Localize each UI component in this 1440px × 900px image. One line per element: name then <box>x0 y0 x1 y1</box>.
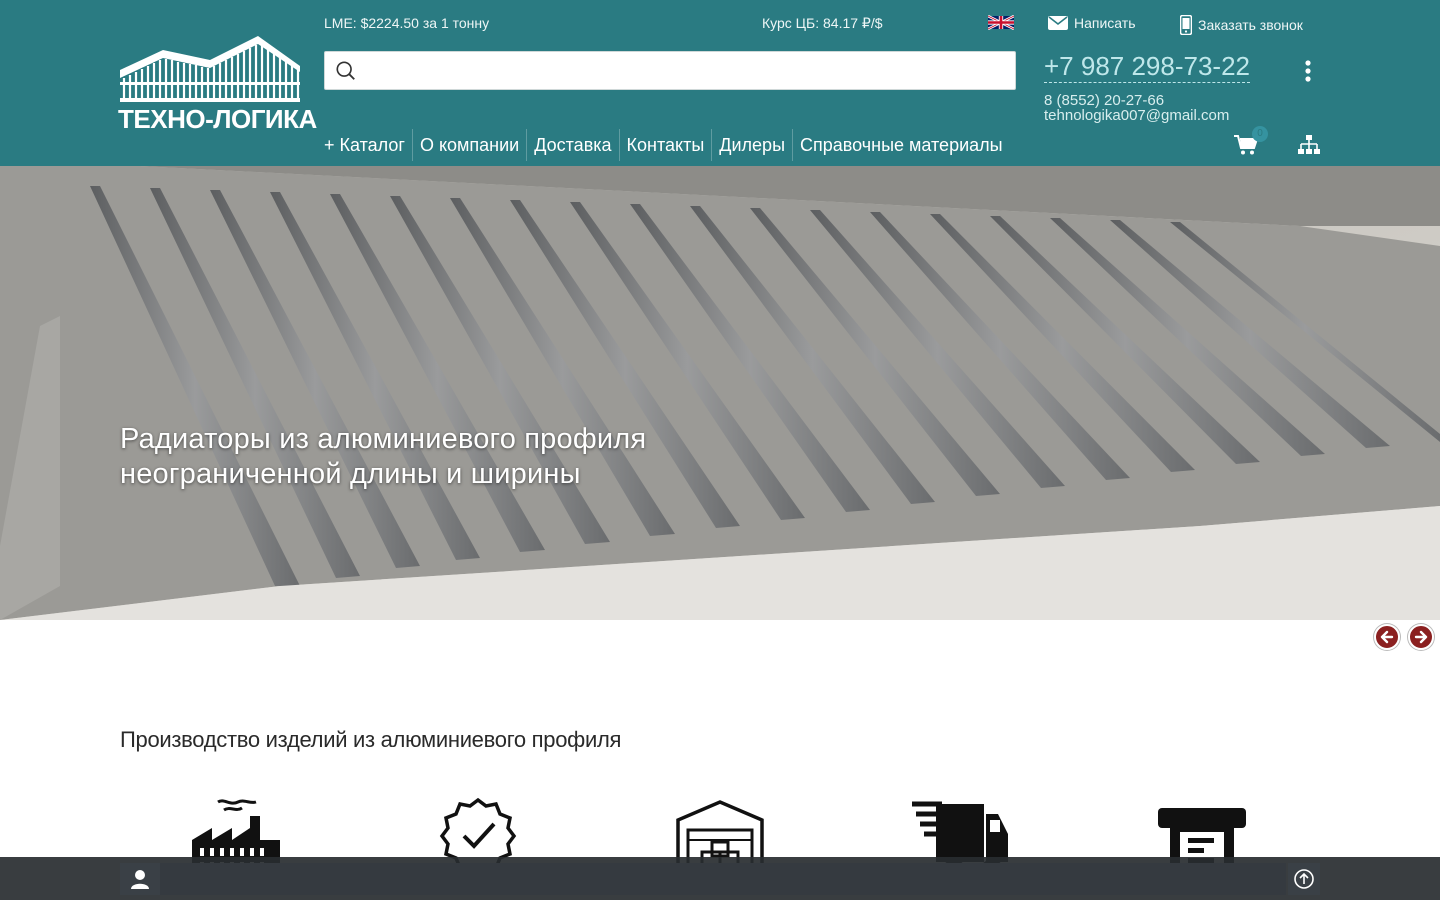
call-label: Заказать звонок <box>1198 17 1303 33</box>
site-header: ТЕХНО-ЛОГИКА LME: $2224.50 за 1 тонну Ку… <box>0 0 1440 166</box>
search-input[interactable] <box>369 56 1009 86</box>
hero-title-line1: Радиаторы из алюминиевого профиля <box>120 423 647 455</box>
section-title: Производство изделий из алюминиевого про… <box>120 727 622 752</box>
nav-item-catalog[interactable]: + Каталог <box>324 129 412 161</box>
hero-title: Радиаторы из алюминиевого профиля неогра… <box>120 422 820 492</box>
nav-item-contacts[interactable]: Контакты <box>618 129 712 161</box>
hero-title-line2: неограниченной длины и ширины <box>120 458 581 490</box>
write-label: Написать <box>1074 15 1136 31</box>
exchange-rate: Курс ЦБ: 84.17 ₽/$ <box>762 15 883 31</box>
bottom-bar-panel <box>160 863 1286 895</box>
uk-flag-icon[interactable] <box>988 15 1014 30</box>
nav-item-reference[interactable]: Справочные материалы <box>792 129 1010 161</box>
arrow-right-icon <box>1414 630 1428 644</box>
envelope-icon <box>1048 16 1068 30</box>
hero-slider: Радиаторы из алюминиевого профиля неогра… <box>0 166 1440 620</box>
search-icon[interactable] <box>335 60 357 82</box>
scroll-to-top-button[interactable] <box>1288 863 1320 895</box>
more-vertical-icon[interactable] <box>1298 58 1318 84</box>
nav-item-delivery[interactable]: Доставка <box>526 129 618 161</box>
user-account-button[interactable] <box>120 863 160 895</box>
slider-next-button[interactable] <box>1408 624 1434 650</box>
hero-radiator-image <box>0 166 1440 620</box>
mobile-phone-icon <box>1180 15 1192 35</box>
main-nav: + Каталог О компании Доставка Контакты Д… <box>324 128 1018 162</box>
lme-price: LME: $2224.50 за 1 тонну <box>324 15 490 31</box>
phone-main[interactable]: +7 987 298-73-22 <box>1044 50 1251 83</box>
slider-prev-button[interactable] <box>1374 624 1400 650</box>
nav-item-dealers[interactable]: Дилеры <box>711 129 792 161</box>
bottom-toolbar <box>0 857 1440 900</box>
search-box <box>324 51 1016 90</box>
logo-building-icon <box>120 36 300 102</box>
logo-text: ТЕХНО-ЛОГИКА <box>118 104 317 134</box>
call-back-link[interactable]: Заказать звонок <box>1180 15 1303 35</box>
nav-item-about[interactable]: О компании <box>411 129 526 161</box>
arrow-left-icon <box>1380 630 1394 644</box>
cart-count-badge: 0 <box>1252 126 1268 142</box>
arrow-up-circle-icon <box>1294 869 1314 889</box>
write-link[interactable]: Написать <box>1048 15 1135 31</box>
sitemap-icon[interactable] <box>1298 134 1320 156</box>
user-icon <box>131 870 149 889</box>
site-logo[interactable]: ТЕХНО-ЛОГИКА <box>118 32 317 136</box>
email-link[interactable]: tehnologika007@gmail.com <box>1044 107 1229 124</box>
